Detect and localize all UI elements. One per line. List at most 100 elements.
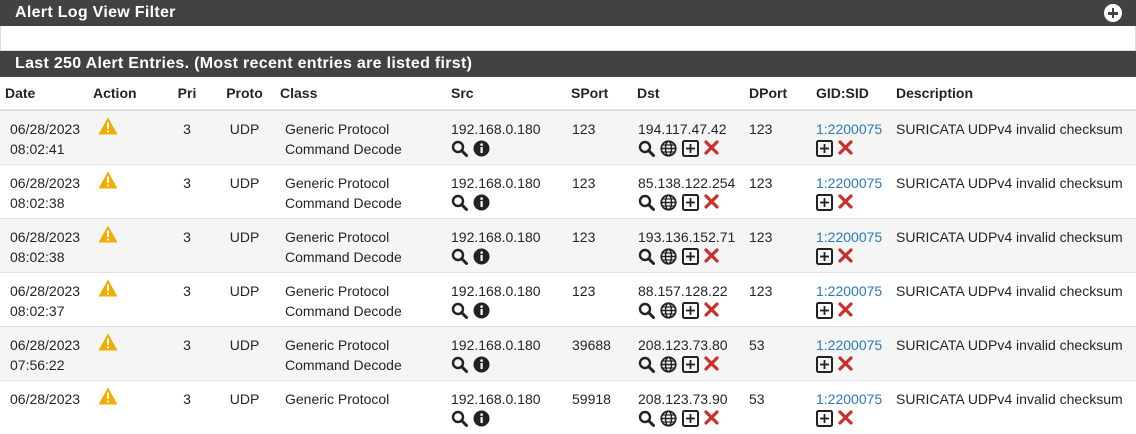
filter-panel-body [0, 26, 1136, 51]
column-header-pri[interactable]: Pri [160, 77, 209, 110]
column-header-src[interactable]: Src [446, 77, 566, 110]
globe-icon[interactable] [660, 410, 677, 427]
globe-icon[interactable] [660, 356, 677, 373]
info-icon[interactable] [473, 248, 490, 265]
search-icon[interactable] [638, 194, 655, 211]
info-icon[interactable] [473, 356, 490, 373]
table-row: 06/28/202308:02:413UDPGeneric ProtocolCo… [0, 110, 1136, 165]
plus-square-icon[interactable] [682, 194, 699, 211]
remove-icon[interactable] [838, 410, 855, 427]
column-header-dst[interactable]: Dst [632, 77, 744, 110]
date-cell: 06/28/2023 [10, 173, 88, 193]
alerts-panel-title: Last 250 Alert Entries. (Most recent ent… [15, 55, 472, 73]
gid-sid-link[interactable]: 1:2200075 [816, 227, 891, 247]
column-header-gid-sid[interactable]: GID:SID [811, 77, 891, 110]
search-icon[interactable] [451, 302, 468, 319]
table-row: 06/28/20233UDPGeneric Protocol192.168.0.… [0, 381, 1136, 434]
priority-cell: 3 [165, 227, 209, 247]
search-icon[interactable] [638, 356, 655, 373]
info-icon[interactable] [473, 410, 490, 427]
dst-port-cell: 123 [749, 173, 811, 193]
dst-ip-cell: 85.138.122.254 [638, 173, 744, 193]
search-icon[interactable] [638, 302, 655, 319]
table-row: 06/28/202308:02:383UDPGeneric ProtocolCo… [0, 165, 1136, 219]
remove-icon[interactable] [838, 248, 855, 265]
filter-panel-title: Alert Log View Filter [15, 4, 176, 22]
gid-sid-link[interactable]: 1:2200075 [816, 119, 891, 139]
remove-icon[interactable] [704, 194, 721, 211]
table-row: 06/28/202308:02:383UDPGeneric ProtocolCo… [0, 219, 1136, 273]
globe-icon[interactable] [660, 248, 677, 265]
search-icon[interactable] [638, 248, 655, 265]
plus-square-icon[interactable] [682, 410, 699, 427]
remove-icon[interactable] [704, 356, 721, 373]
class-cell: Generic Protocol [285, 281, 446, 301]
table-row: 06/28/202308:02:373UDPGeneric ProtocolCo… [0, 273, 1136, 327]
gid-sid-link[interactable]: 1:2200075 [816, 281, 891, 301]
globe-icon[interactable] [660, 194, 677, 211]
info-icon[interactable] [473, 140, 490, 157]
protocol-cell: UDP [214, 227, 275, 247]
column-header-sport[interactable]: SPort [566, 77, 632, 110]
dst-port-cell: 53 [749, 335, 811, 355]
table-header-row: DateActionPriProtoClassSrcSPortDstDPortG… [0, 77, 1136, 110]
warning-icon [98, 117, 160, 135]
gid-sid-link[interactable]: 1:2200075 [816, 335, 891, 355]
remove-icon[interactable] [838, 356, 855, 373]
remove-icon[interactable] [704, 140, 721, 157]
gid-sid-link[interactable]: 1:2200075 [816, 173, 891, 193]
search-icon[interactable] [451, 248, 468, 265]
time-cell: 08:02:38 [10, 193, 88, 213]
search-icon[interactable] [451, 410, 468, 427]
dst-ip-cell: 194.117.47.42 [638, 119, 744, 139]
src-port-cell: 123 [572, 173, 632, 193]
class-cell: Generic Protocol [285, 335, 446, 355]
filter-panel-header: Alert Log View Filter [0, 0, 1136, 26]
plus-square-icon[interactable] [816, 140, 833, 157]
gid-sid-link[interactable]: 1:2200075 [816, 389, 891, 409]
date-cell: 06/28/2023 [10, 281, 88, 301]
src-port-cell: 123 [572, 281, 632, 301]
plus-circle-icon[interactable] [1104, 4, 1122, 22]
src-ip-cell: 192.168.0.180 [451, 227, 566, 247]
info-icon[interactable] [473, 194, 490, 211]
search-icon[interactable] [451, 140, 468, 157]
search-icon[interactable] [451, 356, 468, 373]
globe-icon[interactable] [660, 302, 677, 319]
column-header-class[interactable]: Class [275, 77, 446, 110]
plus-square-icon[interactable] [682, 248, 699, 265]
plus-square-icon[interactable] [682, 356, 699, 373]
time-cell: 08:02:41 [10, 139, 88, 159]
remove-icon[interactable] [704, 248, 721, 265]
remove-icon[interactable] [838, 140, 855, 157]
column-header-description[interactable]: Description [891, 77, 1136, 110]
remove-icon[interactable] [838, 194, 855, 211]
plus-square-icon[interactable] [682, 140, 699, 157]
plus-square-icon[interactable] [816, 356, 833, 373]
search-icon[interactable] [638, 140, 655, 157]
remove-icon[interactable] [704, 302, 721, 319]
column-header-proto[interactable]: Proto [209, 77, 275, 110]
warning-icon [98, 387, 160, 405]
class-cell-line2: Command Decode [285, 193, 446, 213]
dst-port-cell: 123 [749, 281, 811, 301]
plus-square-icon[interactable] [816, 194, 833, 211]
class-cell: Generic Protocol [285, 173, 446, 193]
plus-square-icon[interactable] [816, 248, 833, 265]
search-icon[interactable] [638, 410, 655, 427]
globe-icon[interactable] [660, 140, 677, 157]
remove-icon[interactable] [838, 302, 855, 319]
plus-square-icon[interactable] [682, 302, 699, 319]
search-icon[interactable] [451, 194, 468, 211]
alerts-table: DateActionPriProtoClassSrcSPortDstDPortG… [0, 77, 1136, 434]
column-header-action[interactable]: Action [88, 77, 160, 110]
remove-icon[interactable] [704, 410, 721, 427]
column-header-date[interactable]: Date [0, 77, 88, 110]
column-header-dport[interactable]: DPort [744, 77, 811, 110]
plus-square-icon[interactable] [816, 302, 833, 319]
priority-cell: 3 [165, 281, 209, 301]
plus-square-icon[interactable] [816, 410, 833, 427]
info-icon[interactable] [473, 302, 490, 319]
priority-cell: 3 [165, 119, 209, 139]
class-cell: Generic Protocol [285, 389, 446, 409]
